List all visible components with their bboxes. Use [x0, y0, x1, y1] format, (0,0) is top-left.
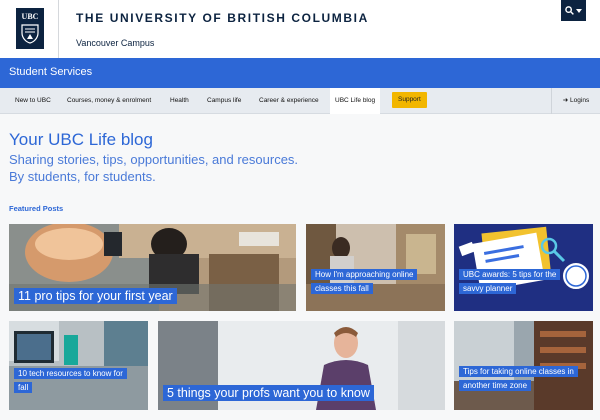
campus-name[interactable]: Vancouver Campus [76, 38, 154, 48]
support-button[interactable]: Support [392, 92, 427, 108]
university-name[interactable]: THE UNIVERSITY OF BRITISH COLUMBIA [76, 11, 369, 25]
post-caption[interactable]: 5 things your profs want you to know [163, 383, 423, 405]
chevron-down-icon [576, 8, 582, 13]
post-card-tech-resources[interactable]: 10 tech resources to know for fall [9, 321, 148, 410]
page-subtitle-line-1: Sharing stories, tips, opportunities, an… [9, 152, 299, 167]
crest-shield-icon [21, 24, 39, 44]
post-caption[interactable]: 11 pro tips for your first year [14, 286, 254, 308]
nav-item-courses-money-enrolment[interactable]: Courses, money & enrolment [67, 88, 151, 114]
crest-text: UBC [21, 12, 39, 21]
nav-item-career-experience[interactable]: Career & experience [259, 88, 319, 114]
featured-posts-heading: Featured Posts [9, 204, 64, 213]
unit-bar: Student Services [0, 58, 600, 88]
header-divider [58, 0, 59, 58]
post-card-first-year-tips[interactable]: 11 pro tips for your first year [9, 224, 296, 311]
post-card-profs[interactable]: 5 things your profs want you to know [158, 321, 445, 410]
post-card-online-classes[interactable]: How I'm approaching online classes this … [306, 224, 445, 311]
post-caption[interactable]: 10 tech resources to know for fall [14, 367, 134, 395]
post-image-laptop-desk [9, 321, 148, 410]
ubc-crest-logo[interactable]: UBC [16, 8, 44, 49]
nav-item-ubc-life-blog[interactable]: UBC Life blog [330, 88, 381, 114]
page-subtitle-line-2: By students, for students. [9, 169, 156, 184]
page-title: Your UBC Life blog [9, 130, 153, 149]
nav-item-health[interactable]: Health [170, 88, 189, 114]
logins-label: Logins [570, 97, 590, 104]
post-card-time-zone[interactable]: Tips for taking online classes in anothe… [454, 321, 593, 410]
post-caption[interactable]: How I'm approaching online classes this … [311, 268, 436, 296]
main-nav: New to UBC Courses, money & enrolment He… [0, 88, 600, 114]
site-header: UBC THE UNIVERSITY OF BRITISH COLUMBIA V… [0, 0, 600, 58]
main-content: Your UBC Life blog Sharing stories, tips… [0, 114, 600, 420]
search-icon [565, 6, 574, 15]
post-card-ubc-awards[interactable]: UBC awards: 5 tips for the savvy planner [454, 224, 593, 311]
search-button[interactable] [561, 0, 586, 21]
unit-title[interactable]: Student Services [9, 66, 92, 78]
sign-in-icon: ➜ [562, 97, 569, 104]
post-caption[interactable]: Tips for taking online classes in anothe… [459, 365, 591, 393]
post-caption[interactable]: UBC awards: 5 tips for the savvy planner [459, 268, 569, 296]
nav-item-new-to-ubc[interactable]: New to UBC [15, 88, 51, 114]
nav-item-campus-life[interactable]: Campus life [207, 88, 241, 114]
logins-button[interactable]: ➜ Logins [551, 88, 600, 114]
